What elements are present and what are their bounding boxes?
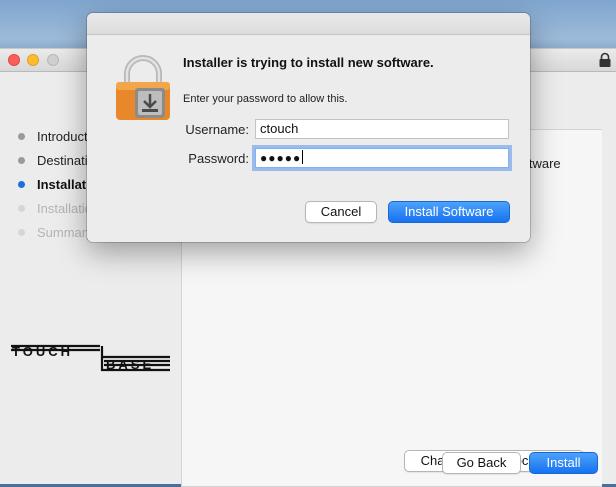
password-label: Password:	[188, 151, 249, 166]
svg-text:TOUCH: TOUCH	[12, 344, 73, 359]
username-value: ctouch	[260, 121, 299, 136]
step-label: Summary	[37, 225, 93, 240]
zoom-window-button[interactable]	[47, 54, 59, 66]
close-window-button[interactable]	[8, 54, 20, 66]
minimize-window-button[interactable]	[27, 54, 39, 66]
svg-text:BASE: BASE	[106, 357, 154, 372]
password-value: ●●●●●	[260, 151, 302, 165]
step-bullet	[18, 133, 25, 140]
authentication-dialog: Installer is trying to install new softw…	[87, 13, 530, 242]
cancel-button[interactable]: Cancel	[305, 201, 377, 223]
install-button[interactable]: Install	[529, 452, 598, 474]
step-bullet	[18, 157, 25, 164]
touchbase-logo: TOUCH BASE	[11, 344, 170, 372]
installer-lock-icon	[116, 55, 170, 120]
username-label: Username:	[185, 122, 249, 137]
username-field[interactable]: ctouch	[255, 119, 509, 139]
install-software-button[interactable]: Install Software	[388, 201, 510, 223]
go-back-button[interactable]: Go Back	[442, 452, 521, 474]
dialog-titlebar	[87, 13, 530, 35]
lock-icon	[599, 52, 611, 67]
password-field[interactable]: ●●●●●	[255, 148, 509, 168]
dialog-message: Enter your password to allow this.	[183, 93, 348, 105]
step-bullet	[18, 229, 25, 236]
text-caret	[302, 150, 304, 164]
step-bullet	[18, 205, 25, 212]
step-bullet-active	[18, 181, 25, 188]
dialog-title: Installer is trying to install new softw…	[183, 55, 434, 70]
